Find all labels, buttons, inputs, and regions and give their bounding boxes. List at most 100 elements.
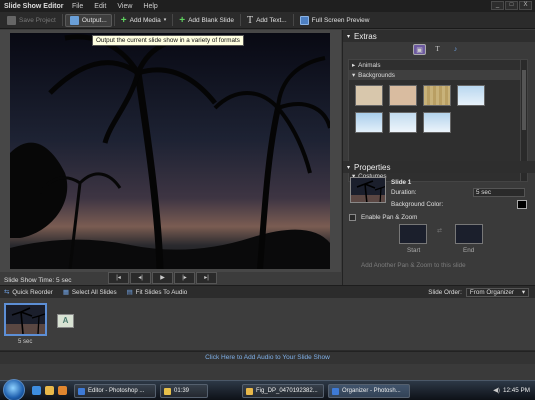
slide-order-control: Slide Order: From Organizer ▾: [428, 288, 529, 297]
close-button[interactable]: X: [519, 1, 532, 10]
minimize-button[interactable]: _: [491, 1, 504, 10]
browser-icon[interactable]: [32, 386, 41, 395]
toolbar: Save Project Output... + Add Media ▾ + A…: [0, 12, 535, 29]
add-blank-slide-label: Add Blank Slide: [188, 16, 234, 24]
add-another-pan-zoom[interactable]: Add Another Pan & Zoom to this slide: [361, 262, 466, 269]
menu-view[interactable]: View: [117, 3, 132, 10]
empty-area: [0, 364, 535, 380]
slide-image: [6, 305, 45, 334]
slide-thumbnail[interactable]: [4, 303, 47, 336]
background-thumbnail[interactable]: [389, 85, 417, 106]
photoshop-icon: [332, 387, 339, 395]
slide-preview[interactable]: [10, 33, 330, 269]
properties-title: Properties: [354, 162, 391, 172]
toolbar-separator: [239, 14, 241, 26]
taskbar-task-timer[interactable]: 01:39: [160, 384, 208, 398]
end-label: End: [463, 247, 475, 254]
add-media-button[interactable]: + Add Media ▾: [117, 14, 170, 27]
scrollbar-thumb[interactable]: [522, 70, 526, 130]
collapse-icon: ▾: [347, 164, 351, 171]
background-thumbnail[interactable]: [423, 112, 451, 133]
toolbar-separator: [61, 14, 63, 26]
slide-strip: 5 sec A: [0, 298, 535, 350]
next-slide-button[interactable]: |▸: [174, 272, 195, 284]
background-thumbnail[interactable]: [423, 85, 451, 106]
narration-tab-icon[interactable]: ♪: [449, 44, 462, 55]
taskbar-task-organizer[interactable]: Organizer - Photosh...: [328, 384, 410, 398]
fit-slides-to-audio-button[interactable]: ▤ Fit Slides To Audio: [127, 289, 188, 296]
quick-reorder-button[interactable]: ⇆ Quick Reorder: [4, 289, 53, 296]
slide-thumbnail-image: [351, 178, 385, 202]
window-controls: _ □ X: [491, 1, 532, 10]
duration-dropdown[interactable]: 5 sec: [473, 188, 525, 197]
duration-value: 5 sec: [476, 189, 492, 196]
collapse-icon: ▾: [352, 71, 356, 79]
folder-icon: [246, 387, 253, 395]
collapse-icon: ▾: [347, 33, 351, 40]
taskbar-task-editor[interactable]: Editor - Photoshop ...: [74, 384, 156, 398]
save-project-button[interactable]: Save Project: [3, 14, 60, 27]
category-animals[interactable]: ▸ Animals: [349, 60, 527, 70]
sunset-palm-image: [10, 33, 330, 269]
full-screen-preview-button[interactable]: Full Screen Preview: [296, 14, 374, 27]
monitor-icon: [299, 15, 309, 25]
taskbar: Editor - Photoshop ... 01:39 Fig_DP_0470…: [0, 379, 535, 400]
background-thumbnail[interactable]: [355, 112, 383, 133]
background-thumbnail[interactable]: [389, 112, 417, 133]
output-icon: [69, 15, 79, 25]
category-backgrounds[interactable]: ▾ Backgrounds: [349, 70, 527, 80]
slide-duration: 5 sec: [18, 339, 33, 345]
background-color-swatch[interactable]: [517, 200, 527, 209]
first-slide-button[interactable]: |◂: [108, 272, 129, 284]
maximize-button[interactable]: □: [505, 1, 518, 10]
task-label: Fig_DP_0470192382...: [256, 388, 318, 394]
text-tab-icon[interactable]: T: [431, 44, 444, 55]
save-project-label: Save Project: [19, 16, 56, 24]
extras-tabs: ▣ T ♪: [413, 44, 462, 55]
add-text-label: Add Text...: [256, 16, 287, 24]
select-all-slides-button[interactable]: ▦ Select All Slides: [63, 289, 117, 296]
pan-zoom-start-frame[interactable]: [399, 224, 427, 244]
full-screen-preview-label: Full Screen Preview: [311, 16, 370, 24]
properties-panel: ▾ Properties Slide 1 Duration: 5 sec Bac…: [343, 161, 535, 269]
chevron-down-icon: ▾: [521, 289, 525, 296]
category-label: Animals: [358, 61, 381, 69]
volume-icon[interactable]: ◀): [493, 387, 500, 394]
media-icon[interactable]: [58, 386, 67, 395]
last-slide-button[interactable]: ▸|: [196, 272, 217, 284]
slide-order-label: Slide Order:: [428, 289, 462, 296]
menu-edit[interactable]: Edit: [94, 3, 106, 10]
add-blank-slide-button[interactable]: + Add Blank Slide: [175, 14, 238, 27]
background-thumbnail[interactable]: [355, 85, 383, 106]
photoshop-icon: [78, 387, 85, 395]
quick-reorder-label: Quick Reorder: [12, 288, 53, 296]
menu-file[interactable]: File: [72, 3, 83, 10]
extras-header[interactable]: ▾ Extras: [343, 30, 535, 42]
plus-icon: +: [120, 14, 127, 26]
add-text-button[interactable]: T Add Text...: [243, 14, 291, 27]
menu-bar: File Edit View Help: [72, 3, 158, 10]
swap-icon[interactable]: ⇄: [437, 227, 442, 234]
start-button[interactable]: [3, 379, 25, 400]
slide-order-dropdown[interactable]: From Organizer ▾: [465, 288, 529, 297]
graphics-tab-icon[interactable]: ▣: [413, 44, 426, 55]
transition-icon[interactable]: A: [57, 314, 74, 328]
output-button[interactable]: Output...: [64, 13, 112, 27]
task-label: Editor - Photoshop ...: [88, 388, 145, 394]
pan-zoom-checkbox[interactable]: [349, 214, 356, 221]
fit-slides-label: Fit Slides To Audio: [135, 288, 188, 296]
previous-slide-button[interactable]: ◂|: [130, 272, 151, 284]
folder-icon[interactable]: [45, 386, 54, 395]
task-label: Organizer - Photosh...: [342, 388, 401, 394]
menu-help[interactable]: Help: [143, 3, 157, 10]
text-icon: T: [246, 14, 254, 26]
start-label: Start: [407, 247, 421, 254]
play-button[interactable]: ▶: [152, 272, 173, 284]
pan-zoom-end-frame[interactable]: [455, 224, 483, 244]
background-thumbnail[interactable]: [457, 85, 485, 106]
clock[interactable]: 12:45 PM: [503, 387, 530, 394]
add-audio-bar[interactable]: Click Here to Add Audio to Your Slide Sh…: [0, 351, 535, 364]
taskbar-task-figure[interactable]: Fig_DP_0470192382...: [242, 384, 324, 398]
properties-header[interactable]: ▾ Properties: [343, 161, 535, 173]
reorder-icon: ⇆: [4, 288, 10, 296]
